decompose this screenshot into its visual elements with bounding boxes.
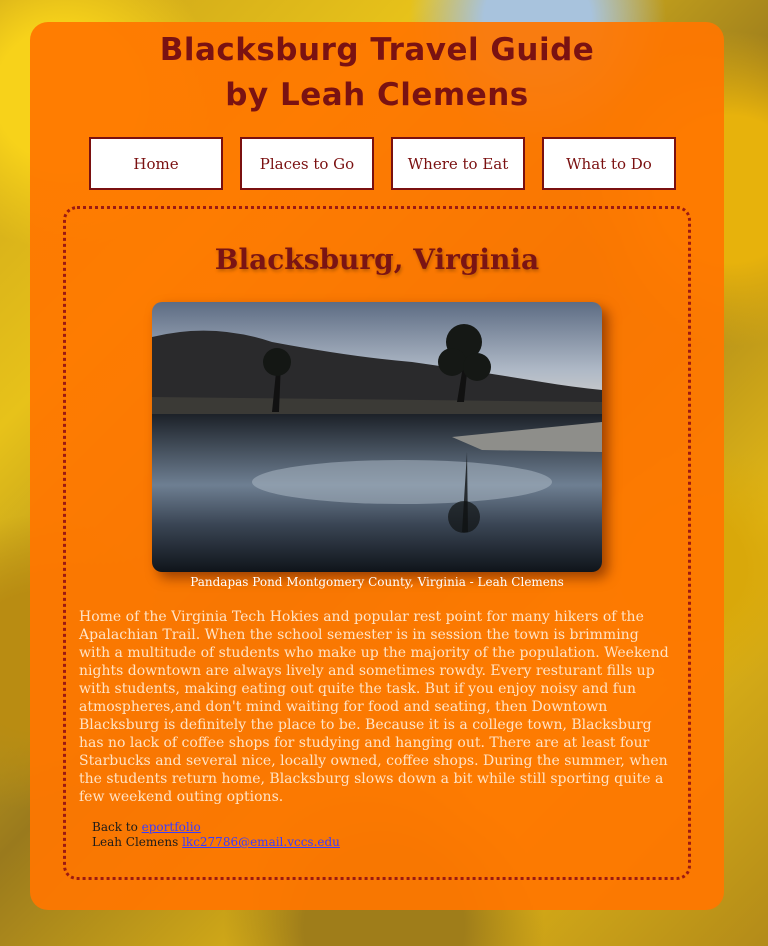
content-box: Blacksburg, Virginia Pandapas Pond Montg…	[63, 206, 691, 880]
site-title-line-2: by Leah Clemens	[225, 77, 529, 113]
nav-places-button[interactable]: Places to Go	[240, 137, 374, 190]
eportfolio-link[interactable]: eportfolio	[142, 820, 201, 834]
back-line: Back to eportfolio	[92, 820, 340, 835]
footer: Back to eportfolio Leah Clemens lkc27786…	[92, 820, 340, 850]
pond-photo	[152, 302, 602, 572]
main-panel: Blacksburg Travel Guide by Leah Clemens …	[30, 22, 724, 910]
page-heading: Blacksburg, Virginia	[214, 243, 540, 276]
description-paragraph: Home of the Virginia Tech Hokies and pop…	[79, 609, 669, 805]
email-link[interactable]: lkc27786@email.vccs.edu	[182, 835, 340, 849]
author-name: Leah Clemens	[92, 835, 183, 849]
main-nav: Home Places to Go Where to Eat What to D…	[89, 137, 676, 190]
back-prefix: Back to	[92, 820, 142, 834]
nav-do-button[interactable]: What to Do	[542, 137, 676, 190]
nav-home-button[interactable]: Home	[89, 137, 223, 190]
photo-caption: Pandapas Pond Montgomery County, Virgini…	[190, 575, 564, 589]
author-line: Leah Clemens lkc27786@email.vccs.edu	[92, 835, 340, 850]
pond-photo-image	[152, 302, 602, 572]
site-title: Blacksburg Travel Guide by Leah Clemens	[30, 28, 724, 118]
site-title-line-1: Blacksburg Travel Guide	[159, 32, 595, 68]
nav-eat-button[interactable]: Where to Eat	[391, 137, 525, 190]
